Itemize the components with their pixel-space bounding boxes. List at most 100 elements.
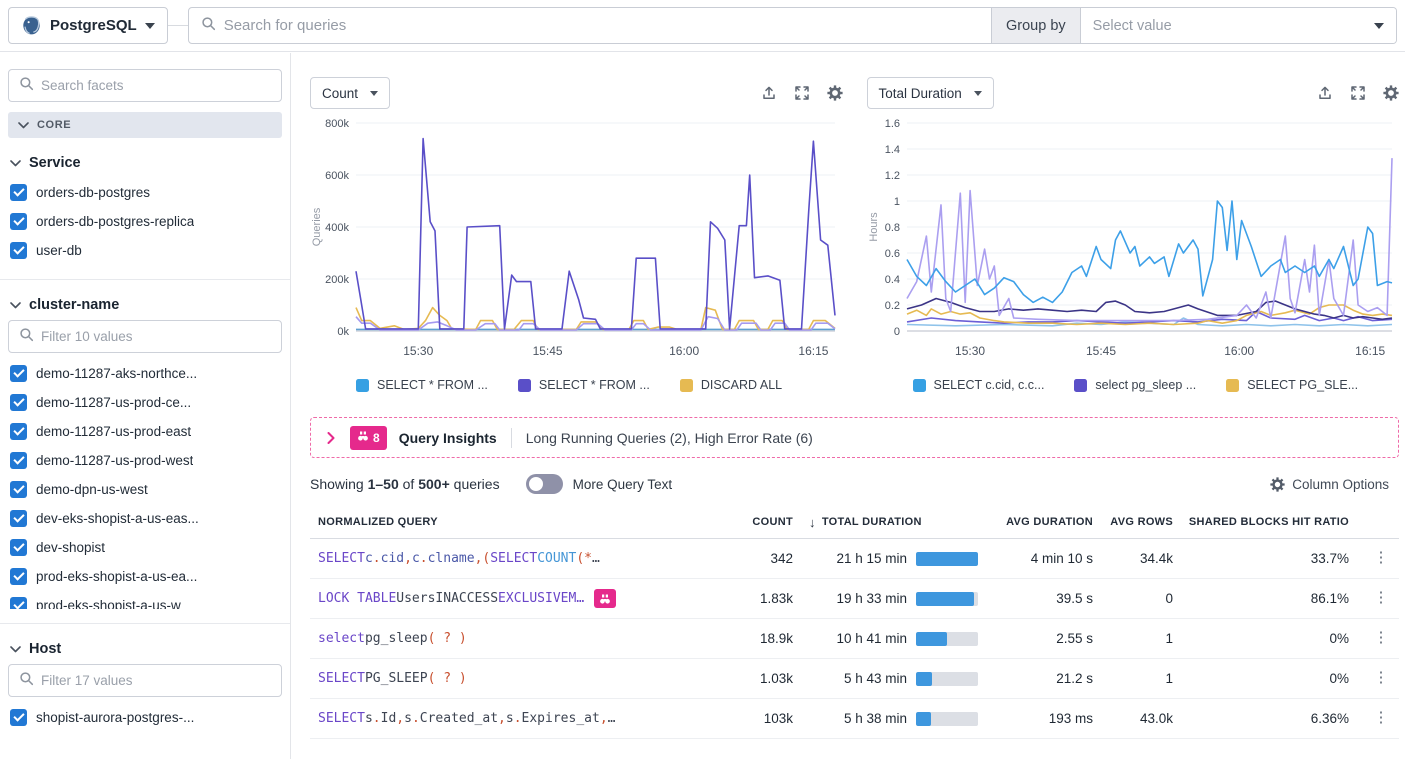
export-icon[interactable] <box>761 85 777 101</box>
x-tick-label: 15:30 <box>403 344 433 358</box>
insights-title: Query Insights <box>399 430 497 446</box>
facet-group-cluster-name[interactable]: cluster-name <box>10 296 282 314</box>
gear-icon[interactable] <box>1383 85 1399 101</box>
host-filter-box[interactable] <box>8 664 282 697</box>
fullscreen-icon[interactable] <box>1350 85 1366 101</box>
search-icon <box>19 671 34 686</box>
count-metric-select[interactable]: Count <box>310 77 390 109</box>
table-row[interactable]: LOCK TABLE Users IN ACCESS EXCLUSIVE M… … <box>310 579 1399 619</box>
column-header-total-duration[interactable]: ↓ TOTAL DURATION <box>793 515 978 530</box>
query-search-box[interactable] <box>188 7 992 44</box>
facet-checkbox-item[interactable]: demo-11287-aks-northce... <box>8 359 282 388</box>
column-header-avg-rows[interactable]: AVG ROWS <box>1093 516 1173 528</box>
more-query-text-toggle[interactable] <box>526 474 563 494</box>
facet-checkbox-item[interactable]: demo-dpn-us-west <box>8 475 282 504</box>
checkbox-checked-icon[interactable] <box>10 394 27 411</box>
cluster-filter-input[interactable] <box>41 329 271 344</box>
export-icon[interactable] <box>1317 85 1333 101</box>
checkbox-checked-icon[interactable] <box>10 242 27 259</box>
facet-checkbox-item[interactable]: shopist-aurora-postgres-... <box>8 703 282 732</box>
legend-label: SELECT * FROM ... <box>377 378 488 392</box>
gear-icon[interactable] <box>827 85 843 101</box>
facet-checkbox-item[interactable]: user-db <box>8 236 282 265</box>
table-row[interactable]: SELECT PG_SLEEP ( ? )1.03k5 h 43 min21.2… <box>310 659 1399 699</box>
core-section-header[interactable]: CORE <box>8 112 282 138</box>
column-header-count[interactable]: COUNT <box>723 516 793 528</box>
sort-desc-icon[interactable]: ↓ <box>809 515 816 530</box>
facet-checkbox-item[interactable]: dev-shopist <box>8 533 282 562</box>
query-insight-badge[interactable] <box>594 589 616 608</box>
row-menu-kebab-icon[interactable]: ⋮ <box>1363 550 1399 567</box>
checkbox-checked-icon[interactable] <box>10 423 27 440</box>
y-tick-label: 0.4 <box>884 274 899 286</box>
duration-bar <box>916 552 978 566</box>
count-chart[interactable]: 0k200k400k600k800k15:3015:4516:0016:15Qu… <box>310 109 845 365</box>
facet-checkbox-item[interactable]: dev-eks-shopist-a-us-eas... <box>8 504 282 533</box>
duration-metric-select[interactable]: Total Duration <box>867 77 994 109</box>
facet-checkbox-item[interactable]: prod-eks-shopist-a-us-w <box>8 591 282 609</box>
query-search-input[interactable] <box>224 17 979 34</box>
search-icon <box>19 327 34 342</box>
legend-item[interactable]: select pg_sleep ... <box>1074 378 1196 392</box>
facet-search-box[interactable] <box>8 69 282 102</box>
normalized-query-cell[interactable]: SELECT s. Id, s. Created_at, s. Expires_… <box>310 711 723 726</box>
series-line <box>907 201 1392 302</box>
row-menu-kebab-icon[interactable]: ⋮ <box>1363 630 1399 647</box>
legend-swatch <box>356 379 369 392</box>
facet-checkbox-item[interactable]: demo-11287-us-prod-ce... <box>8 388 282 417</box>
checkbox-checked-icon[interactable] <box>10 213 27 230</box>
checkbox-checked-icon[interactable] <box>10 365 27 382</box>
chevron-right-icon[interactable] <box>327 432 335 444</box>
count-cell: 342 <box>723 551 793 566</box>
hit-ratio-cell: 0% <box>1173 671 1363 686</box>
checkbox-checked-icon[interactable] <box>10 184 27 201</box>
normalized-query-cell[interactable]: LOCK TABLE Users IN ACCESS EXCLUSIVE M… <box>310 589 723 608</box>
checkbox-checked-icon[interactable] <box>10 597 27 609</box>
chevron-down-icon <box>10 302 21 309</box>
row-menu-kebab-icon[interactable]: ⋮ <box>1363 710 1399 727</box>
product-selector[interactable]: PostgreSQL <box>8 7 168 44</box>
column-header-avg-duration[interactable]: AVG DURATION <box>978 516 1093 528</box>
facet-checkbox-item[interactable]: orders-db-postgres <box>8 178 282 207</box>
facet-checkbox-item[interactable]: prod-eks-shopist-a-us-ea... <box>8 562 282 591</box>
product-name: PostgreSQL <box>50 17 137 34</box>
binoculars-icon <box>599 593 611 605</box>
legend-item[interactable]: DISCARD ALL <box>680 378 782 392</box>
host-filter-input[interactable] <box>41 673 271 688</box>
normalized-query-cell[interactable]: SELECT c.cid, c.clname, ( SELECT COUNT (… <box>310 551 723 566</box>
column-header-shared-blocks-hit-ratio[interactable]: SHARED BLOCKS HIT RATIO <box>1173 516 1363 528</box>
checkbox-checked-icon[interactable] <box>10 568 27 585</box>
normalized-query-cell[interactable]: SELECT PG_SLEEP ( ? ) <box>310 671 723 686</box>
facet-checkbox-item[interactable]: demo-11287-us-prod-east <box>8 417 282 446</box>
group-by-select[interactable]: Select value <box>1081 8 1396 43</box>
cluster-filter-box[interactable] <box>8 320 282 353</box>
normalized-query-cell[interactable]: select pg_sleep ( ? ) <box>310 631 723 646</box>
row-menu-kebab-icon[interactable]: ⋮ <box>1363 590 1399 607</box>
checkbox-checked-icon[interactable] <box>10 452 27 469</box>
table-row[interactable]: select pg_sleep ( ? )18.9k10 h 41 min2.5… <box>310 619 1399 659</box>
checkbox-checked-icon[interactable] <box>10 539 27 556</box>
legend-item[interactable]: SELECT PG_SLE... <box>1226 378 1358 392</box>
legend-item[interactable]: SELECT c.cid, c.c... <box>913 378 1045 392</box>
facet-group-service[interactable]: Service <box>10 154 282 172</box>
legend-label: select pg_sleep ... <box>1095 378 1196 392</box>
column-header-normalized-query[interactable]: NORMALIZED QUERY <box>310 516 723 528</box>
legend-item[interactable]: SELECT * FROM ... <box>518 378 650 392</box>
checkbox-checked-icon[interactable] <box>10 510 27 527</box>
checkbox-checked-icon[interactable] <box>10 709 27 726</box>
facet-search-input[interactable] <box>41 78 271 93</box>
row-menu-kebab-icon[interactable]: ⋮ <box>1363 670 1399 687</box>
facet-checkbox-item[interactable]: demo-11287-us-prod-west <box>8 446 282 475</box>
column-options-button[interactable]: Column Options <box>1270 477 1389 492</box>
table-row[interactable]: SELECT s. Id, s. Created_at, s. Expires_… <box>310 699 1399 739</box>
facet-group-host[interactable]: Host <box>10 640 282 658</box>
duration-bar <box>916 632 978 646</box>
query-insights-banner[interactable]: 8 Query Insights Long Running Queries (2… <box>310 417 1399 458</box>
legend-item[interactable]: SELECT * FROM ... <box>356 378 488 392</box>
checkbox-checked-icon[interactable] <box>10 481 27 498</box>
facet-checkbox-item[interactable]: orders-db-postgres-replica <box>8 207 282 236</box>
avg-rows-cell: 43.0k <box>1093 711 1173 726</box>
duration-chart[interactable]: 00.20.40.60.811.21.41.615:3015:4516:0016… <box>867 109 1402 365</box>
fullscreen-icon[interactable] <box>794 85 810 101</box>
table-row[interactable]: SELECT c.cid, c.clname, ( SELECT COUNT (… <box>310 539 1399 579</box>
